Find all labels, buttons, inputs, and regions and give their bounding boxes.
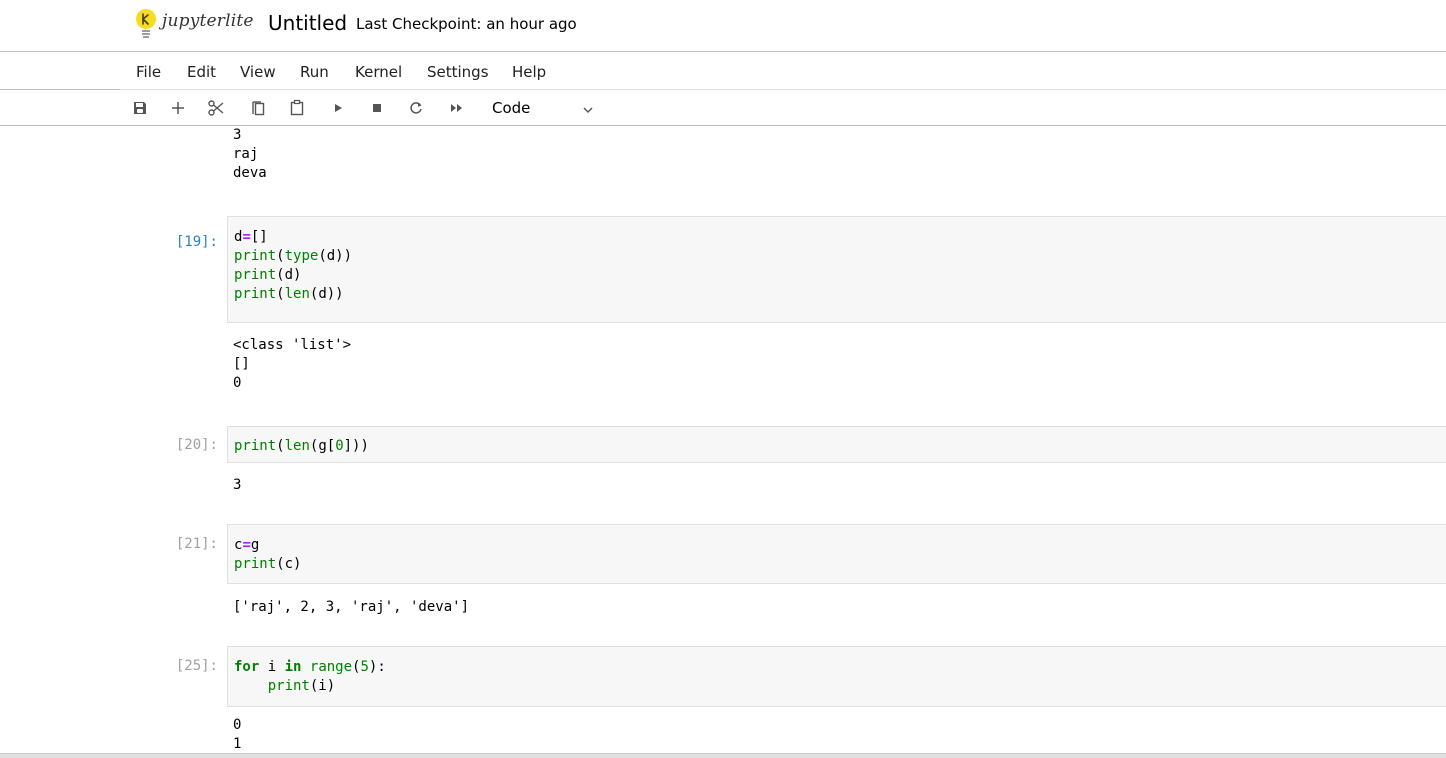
stop-icon[interactable] [366, 97, 388, 119]
restart-icon[interactable] [405, 97, 427, 119]
notebook-panel[interactable]: 3 raj deva [19]: d=[] print(type(d)) print(d… [0, 126, 1446, 753]
cell-output: 3 [233, 476, 241, 495]
add-cell-icon[interactable] [167, 97, 189, 119]
cell-prompt: [25]: [175, 658, 218, 674]
menu-help[interactable]: Help [512, 63, 546, 81]
run-icon[interactable] [327, 97, 349, 119]
cell-type-select[interactable]: Code [492, 96, 602, 120]
code-cell-editor[interactable]: c=g print(c) [227, 524, 1446, 584]
cell-type-label: Code [492, 99, 531, 117]
output-line: 0 [233, 375, 242, 391]
code-cell-editor[interactable]: print(len(g[0])) [227, 426, 1446, 463]
save-icon[interactable] [129, 97, 151, 119]
cell-output: 01 [233, 716, 241, 753]
paste-icon[interactable] [286, 97, 308, 119]
menu-run[interactable]: Run [300, 63, 329, 81]
jupyter-bulb-icon [134, 8, 158, 40]
cell-output: <class 'list'> [] 0 [233, 336, 351, 393]
cell-output: ['raj', 2, 3, 'raj', 'deva'] [233, 598, 469, 617]
chevron-down-icon [582, 102, 594, 120]
output-line: 3 [233, 127, 242, 143]
copy-icon[interactable] [247, 97, 269, 119]
checkpoint-status: Last Checkpoint: an hour ago [356, 15, 577, 33]
menu-view[interactable]: View [240, 63, 276, 81]
menu-kernel[interactable]: Kernel [355, 63, 402, 81]
cell-prompt: [20]: [175, 437, 218, 453]
output-line: <class 'list'> [233, 337, 352, 353]
output-line: 3 [233, 477, 242, 493]
cut-icon[interactable] [205, 97, 227, 119]
menu-settings[interactable]: Settings [427, 63, 489, 81]
cell-prompt: [21]: [175, 536, 218, 552]
code-cell-editor[interactable]: d=[] print(type(d)) print(d) print(len(d)) [227, 216, 1446, 323]
cell-output: 3 raj deva [233, 126, 267, 183]
output-line: raj [233, 146, 259, 162]
notebook-toolbar: Code [0, 90, 1446, 126]
horizontal-scrollbar[interactable] [0, 753, 1446, 758]
code-cell-editor[interactable]: for i in range(5): print(i) [227, 646, 1446, 707]
output-line: [] [233, 356, 250, 372]
logo-wordmark: jupyterlite [162, 11, 254, 31]
jupyterlite-logo[interactable]: jupyterlite [134, 8, 254, 40]
notebook-title[interactable]: Untitled [268, 11, 347, 35]
output-line: deva [233, 165, 267, 181]
output-line: 1 [233, 736, 242, 752]
output-line: 0 [233, 717, 242, 733]
menu-file[interactable]: File [136, 63, 161, 81]
output-line: ['raj', 2, 3, 'raj', 'deva'] [233, 599, 470, 615]
menu-bar: File Edit View Run Kernel Settings Help [0, 52, 1446, 90]
cell-prompt: [19]: [175, 234, 218, 250]
notebook-header: jupyterlite Untitled Last Checkpoint: an… [0, 0, 1446, 52]
menu-edit[interactable]: Edit [187, 63, 216, 81]
run-all-icon[interactable] [446, 97, 468, 119]
